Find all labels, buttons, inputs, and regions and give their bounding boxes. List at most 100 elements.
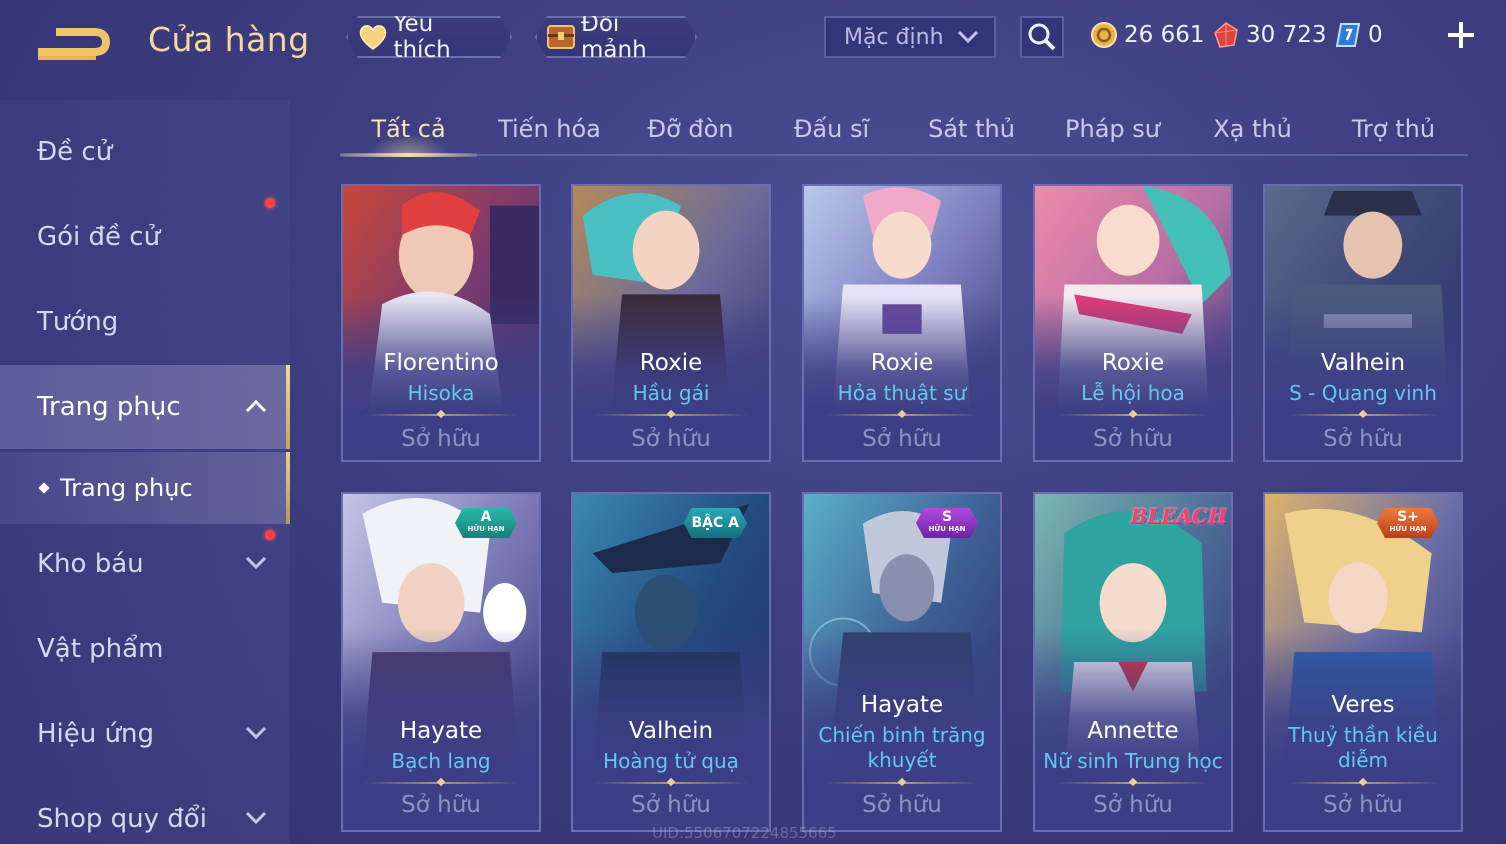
card-divider xyxy=(1285,782,1441,784)
owned-status: Sở hữu xyxy=(1093,426,1173,452)
sidebar-item-label: Tướng xyxy=(37,307,119,337)
skin-card[interactable]: Roxie Hầu gái Sở hữu xyxy=(571,184,771,462)
card-divider xyxy=(824,414,980,416)
skin-card[interactable]: A HỮU HẠN Hayate Bạch lang Sở hữu xyxy=(341,492,541,832)
skin-name: Lễ hội hoa xyxy=(1081,381,1185,405)
owned-status: Sở hữu xyxy=(401,792,481,818)
badge-limited: HỮU HẠN xyxy=(467,525,505,533)
voucher-icon xyxy=(1335,23,1361,47)
tab-fighter[interactable]: Đấu sĩ xyxy=(764,104,899,154)
owned-status: Sở hữu xyxy=(631,426,711,452)
ruby-amount: 30 723 xyxy=(1246,22,1327,48)
tab-all[interactable]: Tất cả xyxy=(340,104,477,157)
skin-card[interactable]: Roxie Hỏa thuật sư Sở hữu xyxy=(802,184,1002,462)
gold-currency: 26 661 xyxy=(1090,18,1204,52)
owned-status: Sở hữu xyxy=(862,792,942,818)
sidebar-item-label: Đề cử xyxy=(37,137,113,167)
skin-card[interactable]: BLEACH Annette Nữ sinh Trung học Sở hữu xyxy=(1033,492,1233,832)
hero-name: Florentino xyxy=(383,350,499,376)
sidebar-item-exchange-shop[interactable]: Shop quy đổi xyxy=(0,777,290,844)
tab-support[interactable]: Trợ thủ xyxy=(1326,104,1461,154)
hero-name: Veres xyxy=(1331,692,1395,718)
card-divider xyxy=(1055,782,1211,784)
plus-icon[interactable] xyxy=(1444,18,1478,52)
skin-name: Nữ sinh Trung học xyxy=(1043,749,1223,773)
tab-assassin[interactable]: Sát thủ xyxy=(904,104,1039,154)
ruby-currency: 30 723 xyxy=(1212,18,1326,52)
sidebar-item-heroes[interactable]: Tướng xyxy=(0,280,290,364)
back-arrow-icon[interactable] xyxy=(36,22,116,66)
sidebar-subitem-skins[interactable]: Trang phục xyxy=(0,452,290,524)
sidebar-item-skins[interactable]: Trang phục xyxy=(0,365,290,449)
sidebar-item-label: Vật phẩm xyxy=(37,634,164,664)
hero-name: Valhein xyxy=(1320,350,1406,376)
bullet-icon xyxy=(38,482,50,494)
sidebar-item-items[interactable]: Vật phẩm xyxy=(0,607,290,691)
badge-tier: S xyxy=(941,509,953,525)
top-bar: Cửa hàng Yêu thích Đổi mảnh Mặc định 26 … xyxy=(0,0,1506,80)
chevron-down-icon xyxy=(245,726,267,740)
search-icon xyxy=(1028,23,1056,51)
tab-marksman[interactable]: Xạ thủ xyxy=(1185,104,1320,154)
badge-tier: BẬC A xyxy=(691,515,739,531)
heart-icon xyxy=(356,21,389,53)
user-id-watermark: UID:5506707224855665 xyxy=(652,824,837,842)
sidebar-item-effects[interactable]: Hiệu ứng xyxy=(0,692,290,776)
sidebar-item-treasure[interactable]: Kho báu xyxy=(0,522,290,606)
card-divider xyxy=(593,414,749,416)
chevron-down-icon xyxy=(245,556,267,570)
tier-badge: A HỮU HẠN xyxy=(455,508,517,538)
sidebar-item-recommended[interactable]: Đề cử xyxy=(0,110,290,194)
skin-name: Chiến binh trăng khuyết xyxy=(818,723,986,772)
shard-exchange-button[interactable]: Đổi mảnh xyxy=(535,16,697,58)
skin-name: Hisoka xyxy=(407,381,475,405)
card-divider xyxy=(1055,414,1211,416)
owned-status: Sở hữu xyxy=(401,426,481,452)
hero-name: Annette xyxy=(1087,718,1179,744)
skin-name: Hầu gái xyxy=(632,381,710,405)
sidebar-item-label: Gói đề cử xyxy=(37,222,161,252)
card-divider xyxy=(824,782,980,784)
sidebar-item-label: Trang phục xyxy=(37,392,181,422)
shard-exchange-label: Đổi mảnh xyxy=(581,11,647,63)
sidebar-item-label: Kho báu xyxy=(37,549,144,579)
owned-status: Sở hữu xyxy=(862,426,942,452)
badge-tier: A xyxy=(480,509,492,525)
card-divider xyxy=(363,782,519,784)
chevron-up-icon xyxy=(245,399,267,413)
hero-name: Valhein xyxy=(628,718,714,744)
owned-status: Sở hữu xyxy=(1323,426,1403,452)
sidebar-subitem-label: Trang phục xyxy=(60,474,193,502)
skin-card[interactable]: Roxie Lễ hội hoa Sở hữu xyxy=(1033,184,1233,462)
skin-name: Hoàng tử quạ xyxy=(603,749,739,773)
sidebar-item-label: Shop quy đổi xyxy=(37,804,207,834)
skin-name: S - Quang vinh xyxy=(1289,381,1437,405)
badge-tier: S+ xyxy=(1397,509,1419,525)
sidebar-item-recommended-packs[interactable]: Gói đề cử xyxy=(0,195,290,279)
favorites-label: Yêu thích xyxy=(393,11,451,63)
tab-evolution[interactable]: Tiến hóa xyxy=(482,104,617,154)
hero-name: Hayate xyxy=(860,692,944,718)
favorites-button[interactable]: Yêu thích xyxy=(346,16,512,58)
tab-tank[interactable]: Đỡ đòn xyxy=(623,104,758,154)
hero-name: Roxie xyxy=(1101,350,1165,376)
hero-name: Hayate xyxy=(399,718,483,744)
gold-amount: 26 661 xyxy=(1124,22,1205,48)
voucher-amount: 0 xyxy=(1368,22,1383,48)
chevron-down-icon xyxy=(245,811,267,825)
bleach-collab-logo: BLEACH xyxy=(1130,504,1227,528)
sort-dropdown[interactable]: Mặc định xyxy=(824,16,996,58)
card-divider xyxy=(1285,414,1441,416)
search-button[interactable] xyxy=(1020,16,1064,58)
skin-name: Bạch lang xyxy=(391,749,491,773)
skin-card[interactable]: Valhein S - Quang vinh Sở hữu xyxy=(1263,184,1463,462)
skin-card[interactable]: S HỮU HẠN Hayate Chiến binh trăng khuyết… xyxy=(802,492,1002,832)
skin-card[interactable]: S+ HỮU HẠN Veres Thuỷ thần kiều diễm Sở … xyxy=(1263,492,1463,832)
owned-status: Sở hữu xyxy=(1323,792,1403,818)
owned-status: Sở hữu xyxy=(1093,792,1173,818)
skin-card[interactable]: BẬC A Valhein Hoàng tử quạ Sở hữu xyxy=(571,492,771,832)
tab-mage[interactable]: Pháp sư xyxy=(1045,104,1180,154)
category-tabs: Tất cả Tiến hóa Đỡ đòn Đấu sĩ Sát thủ Ph… xyxy=(340,104,1468,157)
skin-card[interactable]: Florentino Hisoka Sở hữu xyxy=(341,184,541,462)
sidebar-item-label: Hiệu ứng xyxy=(37,719,154,749)
